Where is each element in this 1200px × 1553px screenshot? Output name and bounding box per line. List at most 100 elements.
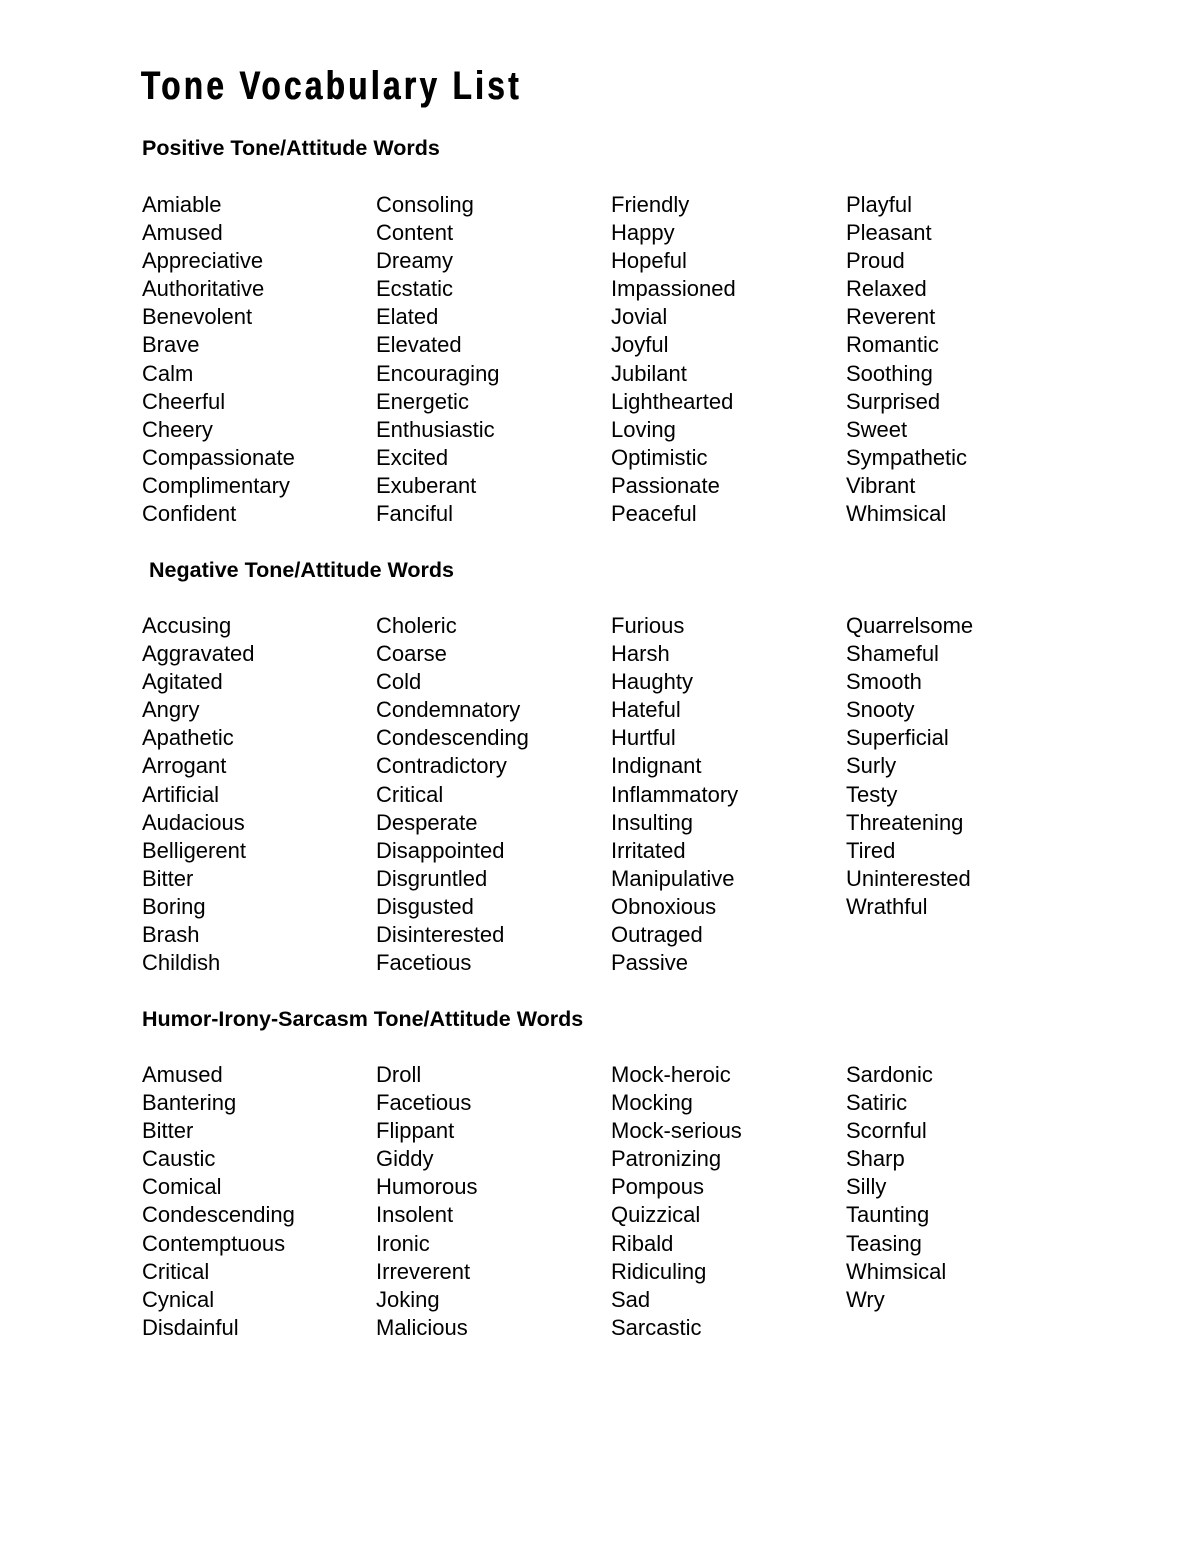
word-item: Mock-heroic <box>611 1062 731 1087</box>
word-item: Testy <box>846 781 898 807</box>
word-item: Furious <box>611 613 685 638</box>
word-item: Bitter <box>142 865 194 891</box>
section-heading-positive: Positive Tone/Attitude Words <box>142 136 440 160</box>
word-item: Cheerful <box>142 388 226 414</box>
word-item: Childish <box>142 950 221 976</box>
word-item: Artificial <box>142 781 220 807</box>
word-item: Impassioned <box>611 276 736 302</box>
word-item: Confident <box>142 501 237 527</box>
word-column: Choleric Coarse Cold Condemnatory Condescend… <box>376 612 610 977</box>
word-item: Consoling <box>376 192 474 217</box>
page-title: Tone Vocabulary List <box>141 64 523 108</box>
word-column: Friendly Happy Hopeful Impassioned Jovial Joy… <box>611 191 845 528</box>
word-item: Silly <box>846 1174 887 1200</box>
word-item: Amused <box>142 220 223 246</box>
word-column: Amused Bantering Bitter Caustic Comical Conde… <box>142 1061 376 1342</box>
word-item: Superficial <box>846 725 949 751</box>
word-column: Accusing Aggravated Agitated Angry Apathetic… <box>142 612 376 977</box>
word-item: Outraged <box>611 922 703 948</box>
word-item: Cold <box>376 669 422 695</box>
word-column: Amiable Amused Appreciative Authoritative Be… <box>142 191 376 528</box>
word-item: Appreciative <box>142 248 264 274</box>
word-item: Disinterested <box>376 922 505 948</box>
word-item: Comical <box>142 1174 222 1200</box>
word-column: Consoling Content Dreamy Ecstatic Elated Elev… <box>376 191 610 528</box>
word-item: Sympathetic <box>846 444 968 470</box>
word-item: Calm <box>142 360 194 386</box>
word-item: Reverent <box>846 304 936 330</box>
word-item: Irritated <box>611 837 686 863</box>
word-item: Bantering <box>142 1090 237 1116</box>
section-heading-negative: Negative Tone/Attitude Words <box>149 558 454 582</box>
word-item: Brave <box>142 332 200 358</box>
word-item: Optimistic <box>611 444 708 470</box>
word-item: Manipulative <box>611 865 735 891</box>
word-item: Quizzical <box>611 1202 701 1228</box>
word-item: Pleasant <box>846 220 932 246</box>
word-item: Quarrelsome <box>846 613 974 638</box>
word-item: Vibrant <box>846 472 916 498</box>
word-item: Sharp <box>846 1146 905 1172</box>
word-item: Dreamy <box>376 248 454 274</box>
word-item: Enthusiastic <box>376 416 495 442</box>
word-item: Apathetic <box>142 725 234 751</box>
word-column: Droll Facetious Flippant Giddy Humorous Insol… <box>376 1061 610 1342</box>
word-item: Agitated <box>142 669 223 695</box>
word-item: Disgruntled <box>376 865 488 891</box>
word-item: Indignant <box>611 753 702 779</box>
word-item: Benevolent <box>142 304 253 330</box>
word-item: Joyful <box>611 332 669 358</box>
word-item: Audacious <box>142 809 245 835</box>
word-item: Humorous <box>376 1174 478 1200</box>
word-item: Contemptuous <box>142 1230 286 1256</box>
word-item: Authoritative <box>142 276 265 302</box>
word-item: Whimsical <box>846 1258 947 1284</box>
word-item: Jubilant <box>611 360 687 386</box>
word-item: Mock-serious <box>611 1118 742 1144</box>
word-item: Critical <box>376 781 444 807</box>
word-item: Content <box>376 220 454 246</box>
word-item: Threatening <box>846 809 964 835</box>
word-item: Exuberant <box>376 472 477 498</box>
word-item: Tired <box>846 837 896 863</box>
word-item: Bitter <box>142 1118 194 1144</box>
word-item: Amused <box>142 1062 223 1087</box>
word-item: Obnoxious <box>611 893 717 919</box>
word-column: Playful Pleasant Proud Relaxed Reverent Roman… <box>846 191 1080 528</box>
word-item: Shameful <box>846 641 939 667</box>
word-item: Soothing <box>846 360 933 386</box>
word-item: Malicious <box>376 1314 468 1340</box>
word-item: Caustic <box>142 1146 216 1172</box>
word-item: Condescending <box>376 725 529 751</box>
word-item: Harsh <box>611 641 670 667</box>
word-item: Relaxed <box>846 276 927 302</box>
word-item: Friendly <box>611 192 690 217</box>
word-item: Scornful <box>846 1118 927 1144</box>
word-item: Ironic <box>376 1230 430 1256</box>
word-item: Snooty <box>846 697 915 723</box>
word-item: Contradictory <box>376 753 507 779</box>
word-item: Giddy <box>376 1146 434 1172</box>
word-item: Romantic <box>846 332 939 358</box>
word-item: Ecstatic <box>376 276 454 302</box>
word-item: Facetious <box>376 1090 472 1116</box>
word-item: Arrogant <box>142 753 227 779</box>
word-item: Fanciful <box>376 501 454 527</box>
word-item: Surly <box>846 753 897 779</box>
word-item: Disdainful <box>142 1314 239 1340</box>
word-column: Furious Harsh Haughty Hateful Hurtful Indigna… <box>611 612 845 977</box>
word-column: Sardonic Satiric Scornful Sharp Silly Tauntin… <box>846 1061 1080 1314</box>
word-item: Joking <box>376 1286 440 1312</box>
word-item: Taunting <box>846 1202 930 1228</box>
section-heading-humor: Humor-Irony-Sarcasm Tone/Attitude Words <box>142 1007 584 1031</box>
word-item: Jovial <box>611 304 668 330</box>
word-item: Critical <box>142 1258 210 1284</box>
word-item: Amiable <box>142 192 222 217</box>
word-item: Irreverent <box>376 1258 471 1284</box>
word-item: Hopeful <box>611 248 687 274</box>
word-item: Elevated <box>376 332 462 358</box>
word-item: Complimentary <box>142 472 290 498</box>
word-item: Desperate <box>376 809 478 835</box>
word-item: Mocking <box>611 1090 693 1116</box>
word-item: Disappointed <box>376 837 505 863</box>
